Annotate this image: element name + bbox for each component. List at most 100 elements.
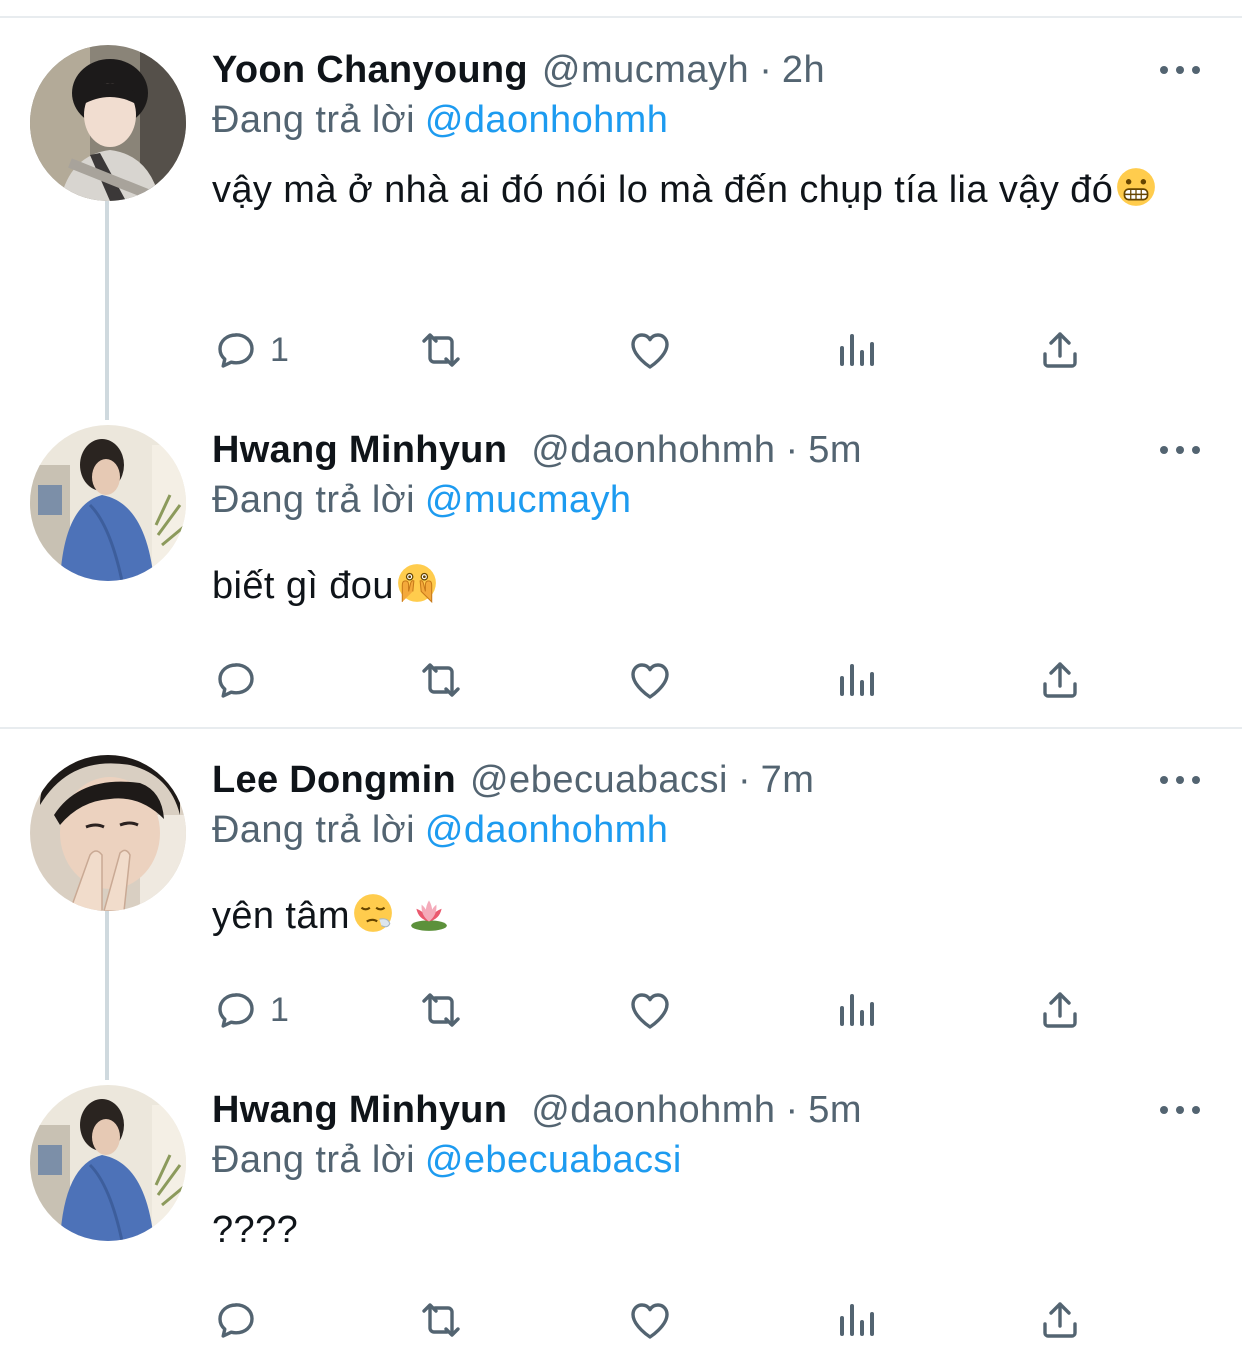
replying-label: Đang trả lời xyxy=(212,99,415,141)
conversation-divider xyxy=(0,727,1242,729)
avatar[interactable] xyxy=(30,425,186,581)
retweet-button[interactable] xyxy=(417,985,465,1035)
like-button[interactable] xyxy=(626,985,674,1035)
username[interactable]: @daonhohmh xyxy=(531,425,775,475)
tweet-header: Hwang Minhyun @daonhohmh · 5m xyxy=(212,425,862,475)
display-name[interactable]: Hwang Minhyun xyxy=(212,1085,507,1135)
reply-icon xyxy=(218,1303,254,1338)
timestamp[interactable]: 5m xyxy=(808,1085,862,1135)
share-icon xyxy=(1043,332,1077,368)
replying-to: Đang trả lời @daonhohmh xyxy=(212,95,668,145)
tweet-header: Lee Dongmin @ebecuabacsi · 7m xyxy=(212,755,814,805)
tweet-text: biết gì đou xyxy=(212,553,1192,620)
separator: · xyxy=(785,429,799,471)
tweet-text-content: biết gì đou xyxy=(212,565,394,607)
share-icon xyxy=(1043,1302,1077,1338)
username[interactable]: @mucmayh xyxy=(542,45,749,95)
avatar-image xyxy=(30,1085,186,1241)
avatar[interactable] xyxy=(30,755,186,911)
replying-to: Đang trả lời @mucmayh xyxy=(212,475,631,525)
display-name[interactable]: Hwang Minhyun xyxy=(212,425,507,475)
share-button[interactable] xyxy=(1036,985,1084,1035)
tweet[interactable]: Lee Dongmin @ebecuabacsi · 7m Đang trả l… xyxy=(0,755,1242,1045)
reply-icon xyxy=(218,993,254,1028)
replying-label: Đang trả lời xyxy=(212,809,415,851)
tweet-actions xyxy=(212,655,1112,705)
replying-to: Đang trả lời @ebecuabacsi xyxy=(212,1135,682,1185)
views-button[interactable] xyxy=(832,985,880,1035)
tweet-header: Yoon Chanyoung @mucmayh · 2h xyxy=(212,45,825,95)
tweet-text: yên tâm xyxy=(212,883,1192,950)
reply-button[interactable]: 1 xyxy=(212,985,289,1035)
retweet-icon xyxy=(422,1303,460,1337)
share-icon xyxy=(1043,992,1077,1028)
share-button[interactable] xyxy=(1036,1295,1084,1345)
heart-icon xyxy=(631,993,669,1029)
retweet-button[interactable] xyxy=(417,655,465,705)
avatar[interactable] xyxy=(30,45,186,201)
share-button[interactable] xyxy=(1036,655,1084,705)
more-icon[interactable] xyxy=(1158,437,1202,463)
tweet[interactable]: Hwang Minhyun @daonhohmh · 5m Đang trả l… xyxy=(0,425,1242,715)
more-icon[interactable] xyxy=(1158,1097,1202,1123)
views-button[interactable] xyxy=(832,655,880,705)
tweet-actions: 1 xyxy=(212,325,1112,375)
display-name[interactable]: Yoon Chanyoung xyxy=(212,45,528,95)
reply-button[interactable]: 1 xyxy=(212,325,289,375)
avatar[interactable] xyxy=(30,1085,186,1241)
views-button[interactable] xyxy=(832,325,880,375)
tweet-feed: Yoon Chanyoung @mucmayh · 2h Đang trả lờ… xyxy=(0,0,1242,1362)
views-icon xyxy=(840,334,874,366)
more-icon[interactable] xyxy=(1158,57,1202,83)
reply-count: 1 xyxy=(270,991,289,1029)
tweet-text-content: ???? xyxy=(212,1209,299,1251)
heart-icon xyxy=(631,1303,669,1339)
mention-link[interactable]: @mucmayh xyxy=(425,479,632,521)
mention-link[interactable]: @ebecuabacsi xyxy=(425,1139,682,1181)
more-icon[interactable] xyxy=(1158,767,1202,793)
tweet-text: vậy mà ở nhà ai đó nói lo mà đến chụp tí… xyxy=(212,157,1192,224)
share-icon xyxy=(1043,662,1077,698)
top-divider xyxy=(0,16,1242,18)
reply-button[interactable] xyxy=(212,1295,270,1345)
tweet[interactable]: Hwang Minhyun @daonhohmh · 5m Đang trả l… xyxy=(0,1085,1242,1362)
tweet[interactable]: Yoon Chanyoung @mucmayh · 2h Đang trả lờ… xyxy=(0,45,1242,385)
like-button[interactable] xyxy=(626,1295,674,1345)
tweet-text-content: yên tâm xyxy=(212,895,350,937)
retweet-icon xyxy=(422,663,460,697)
like-button[interactable] xyxy=(626,655,674,705)
display-name[interactable]: Lee Dongmin xyxy=(212,755,456,805)
mention-link[interactable]: @daonhohmh xyxy=(425,809,668,851)
timestamp[interactable]: 7m xyxy=(761,755,815,805)
replying-label: Đang trả lời xyxy=(212,1139,415,1181)
username[interactable]: @daonhohmh xyxy=(531,1085,775,1135)
tweet-actions: 1 xyxy=(212,985,1112,1035)
like-button[interactable] xyxy=(626,325,674,375)
retweet-icon xyxy=(422,993,460,1027)
separator: · xyxy=(737,759,751,801)
timestamp[interactable]: 5m xyxy=(808,425,862,475)
timestamp[interactable]: 2h xyxy=(782,45,825,95)
tweet-text-content: vậy mà ở nhà ai đó nói lo mà đến chụp tí… xyxy=(212,169,1114,211)
reply-icon xyxy=(218,333,254,368)
separator: · xyxy=(759,49,772,91)
username[interactable]: @ebecuabacsi xyxy=(470,755,728,805)
face-with-open-eyes-and-hand-over-mouth-emoji xyxy=(397,564,436,604)
reply-button[interactable] xyxy=(212,655,270,705)
retweet-button[interactable] xyxy=(417,1295,465,1345)
views-button[interactable] xyxy=(832,1295,880,1345)
heart-icon xyxy=(631,663,669,699)
views-icon xyxy=(840,994,874,1026)
views-icon xyxy=(840,1304,874,1336)
avatar-image xyxy=(30,45,186,201)
replying-to: Đang trả lời @daonhohmh xyxy=(212,805,668,855)
mention-link[interactable]: @daonhohmh xyxy=(425,99,668,141)
retweet-icon xyxy=(422,333,460,367)
tweet-header: Hwang Minhyun @daonhohmh · 5m xyxy=(212,1085,862,1135)
grimacing-face-emoji xyxy=(1117,168,1156,206)
retweet-button[interactable] xyxy=(417,325,465,375)
separator: · xyxy=(785,1089,799,1131)
replying-label: Đang trả lời xyxy=(212,479,415,521)
lotus-emoji xyxy=(411,900,447,931)
share-button[interactable] xyxy=(1036,325,1084,375)
